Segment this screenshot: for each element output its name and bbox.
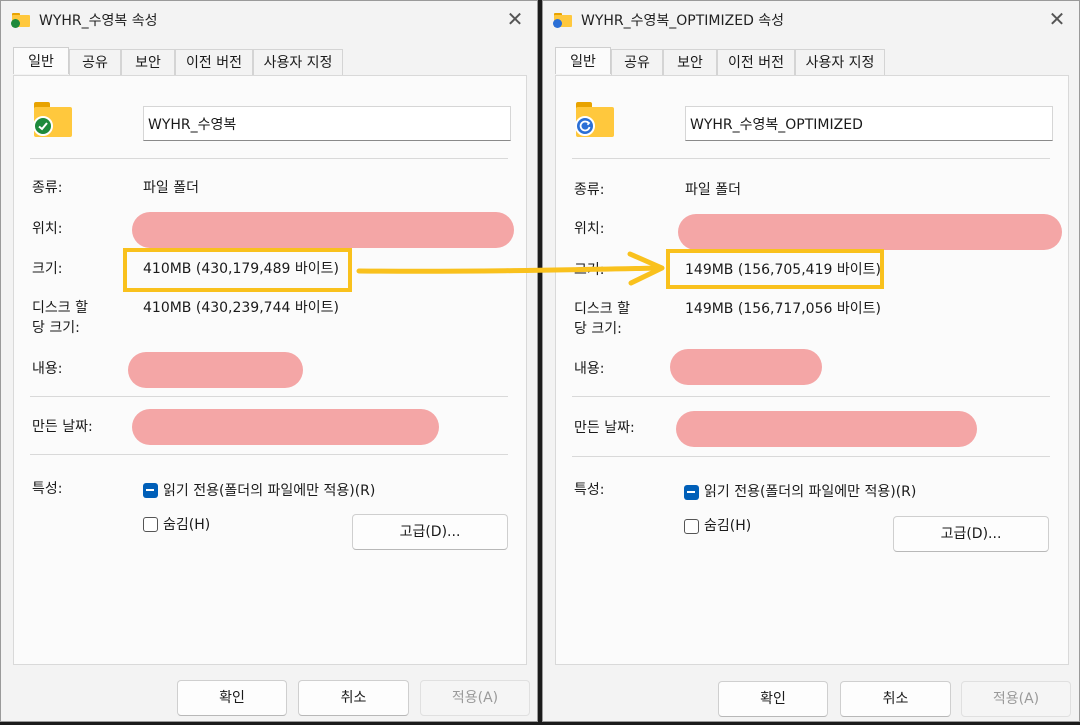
blue-sync-badge-icon <box>575 116 595 136</box>
divider <box>30 158 508 159</box>
hidden-checkbox[interactable] <box>684 519 699 534</box>
folder-name-input[interactable] <box>143 106 511 141</box>
redacted-contents <box>128 352 303 388</box>
general-panel: 종류: 파일 폴더 위치: 크기: 149MB (156,705,419 바이트… <box>555 75 1069 665</box>
disk-size-value: 410MB (430,239,744 바이트) <box>143 300 339 316</box>
size-highlight-box-left <box>123 248 352 292</box>
attributes-label: 특성: <box>32 481 63 497</box>
ok-button[interactable]: 확인 <box>718 681 828 717</box>
tab-customize[interactable]: 사용자 지정 <box>253 49 343 75</box>
tab-general[interactable]: 일반 <box>13 47 69 74</box>
divider <box>572 158 1050 159</box>
window-title: WYHR_수영복 속성 <box>39 13 158 29</box>
size-label: 크기: <box>574 262 605 278</box>
cancel-button[interactable]: 취소 <box>298 680 409 716</box>
tab-security[interactable]: 보안 <box>663 49 717 75</box>
created-label: 만든 날짜: <box>32 419 93 435</box>
title-bar[interactable]: WYHR_수영복 속성 ✕ <box>1 1 537 39</box>
readonly-label: 읽기 전용(폴더의 파일에만 적용)(R) <box>163 483 376 499</box>
location-label: 위치: <box>574 221 605 237</box>
contents-label: 내용: <box>32 361 63 377</box>
type-label: 종류: <box>574 182 605 198</box>
redacted-location <box>132 212 514 248</box>
disk-size-label-line1: 디스크 할 <box>574 301 630 317</box>
divider <box>572 396 1050 397</box>
properties-window-original: WYHR_수영복 속성 ✕ 일반 공유 보안 이전 버전 사용자 지정 종류: … <box>0 0 538 722</box>
window-title: WYHR_수영복_OPTIMIZED 속성 <box>581 13 785 29</box>
divider <box>30 454 508 455</box>
disk-size-value: 149MB (156,717,056 바이트) <box>685 301 881 317</box>
close-icon[interactable]: ✕ <box>1045 7 1069 31</box>
redacted-location <box>678 214 1062 250</box>
redacted-contents <box>670 349 822 385</box>
folder-icon <box>575 102 614 138</box>
tab-sharing[interactable]: 공유 <box>611 49 663 75</box>
redacted-created-date <box>676 411 977 447</box>
hidden-label: 숨김(H) <box>704 518 752 534</box>
size-highlight-box-right <box>666 249 884 289</box>
tab-customize[interactable]: 사용자 지정 <box>795 49 885 75</box>
folder-name-input[interactable] <box>685 106 1053 141</box>
hidden-label: 숨김(H) <box>163 517 211 533</box>
apply-button[interactable]: 적용(A) <box>420 680 530 716</box>
advanced-button[interactable]: 고급(D)... <box>893 516 1049 552</box>
title-bar[interactable]: WYHR_수영복_OPTIMIZED 속성 ✕ <box>543 1 1079 39</box>
tab-general[interactable]: 일반 <box>555 47 611 74</box>
readonly-checkbox[interactable] <box>684 485 699 500</box>
ok-button[interactable]: 확인 <box>177 680 287 716</box>
readonly-checkbox[interactable] <box>143 483 158 498</box>
tab-sharing[interactable]: 공유 <box>69 49 121 75</box>
readonly-label: 읽기 전용(폴더의 파일에만 적용)(R) <box>704 484 917 500</box>
hidden-checkbox[interactable] <box>143 517 158 532</box>
contents-label: 내용: <box>574 361 605 377</box>
divider <box>572 456 1050 457</box>
apply-button[interactable]: 적용(A) <box>961 681 1071 717</box>
general-panel: 종류: 파일 폴더 위치: 크기: 410MB (430,179,489 바이트… <box>13 75 527 665</box>
disk-size-label-line1: 디스크 할 <box>32 300 88 316</box>
type-value: 파일 폴더 <box>143 180 199 196</box>
disk-size-label-line2: 당 크기: <box>574 321 622 337</box>
disk-size-label-line2: 당 크기: <box>32 320 80 336</box>
location-label: 위치: <box>32 221 63 237</box>
created-label: 만든 날짜: <box>574 420 635 436</box>
cancel-button[interactable]: 취소 <box>840 681 951 717</box>
folder-icon <box>11 13 30 28</box>
divider <box>30 396 508 397</box>
close-icon[interactable]: ✕ <box>503 7 527 31</box>
folder-icon <box>33 102 72 138</box>
green-check-badge-icon <box>33 116 53 136</box>
size-label: 크기: <box>32 261 63 277</box>
tab-previous-versions[interactable]: 이전 버전 <box>717 49 795 75</box>
tab-security[interactable]: 보안 <box>121 49 175 75</box>
properties-window-optimized: WYHR_수영복_OPTIMIZED 속성 ✕ 일반 공유 보안 이전 버전 사… <box>542 0 1080 722</box>
tab-previous-versions[interactable]: 이전 버전 <box>175 49 253 75</box>
type-value: 파일 폴더 <box>685 182 741 198</box>
advanced-button[interactable]: 고급(D)... <box>352 514 508 550</box>
type-label: 종류: <box>32 180 63 196</box>
folder-icon <box>553 13 572 28</box>
attributes-label: 특성: <box>574 482 605 498</box>
redacted-created-date <box>132 409 439 445</box>
